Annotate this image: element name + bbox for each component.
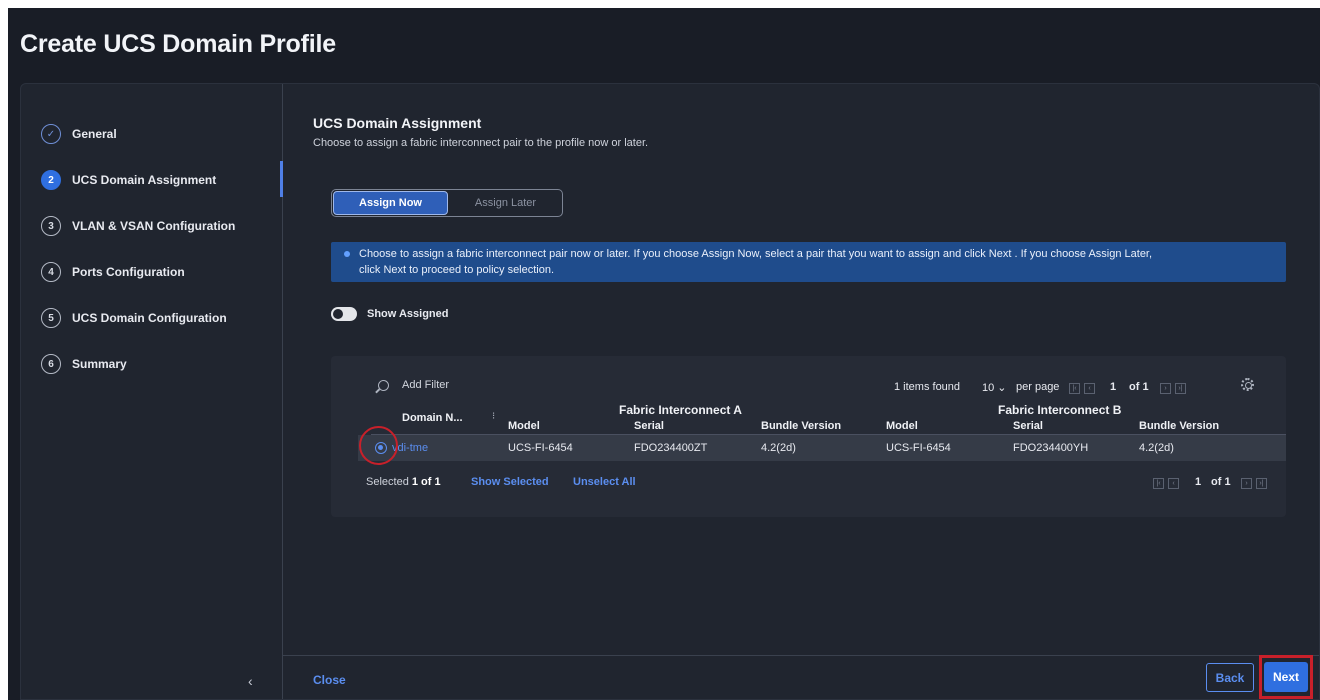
next-page-icon[interactable]: › — [1160, 383, 1171, 394]
step-label: General — [72, 127, 117, 141]
step-ucs-domain-assignment[interactable]: 2 UCS Domain Assignment — [41, 168, 216, 192]
column-header-serial-b[interactable]: Serial — [1013, 420, 1043, 432]
page-total: of 1 — [1129, 381, 1149, 393]
step-label: VLAN & VSAN Configuration — [72, 219, 236, 233]
filter-bar[interactable] — [378, 379, 602, 391]
info-text-line-2: click Next to proceed to policy selectio… — [359, 264, 555, 276]
current-page: 1 — [1110, 381, 1117, 393]
sort-icon[interactable]: ⁝ — [492, 411, 495, 422]
step-number-icon: 4 — [41, 262, 61, 282]
section-description: Choose to assign a fabric interconnect p… — [313, 137, 649, 149]
table-row[interactable]: vdi-tme UCS-FI-6454 FDO234400ZT 4.2(2d) … — [358, 435, 1286, 461]
column-header-model-a[interactable]: Model — [508, 420, 540, 432]
column-header-bundle-b[interactable]: Bundle Version — [1139, 420, 1219, 432]
assign-later-button[interactable]: Assign Later — [449, 190, 562, 216]
column-header-domain-name[interactable]: Domain N... — [402, 412, 463, 424]
cell-model-a: UCS-FI-6454 — [508, 442, 573, 454]
info-text-line-1: Choose to assign a fabric interconnect p… — [359, 248, 1153, 260]
toggle-switch[interactable] — [331, 307, 357, 321]
cell-serial-b: FDO234400YH — [1013, 442, 1089, 454]
first-page-icon[interactable]: |‹ — [1069, 383, 1080, 394]
show-assigned-label: Show Assigned — [367, 308, 449, 320]
group-header-fabric-b: Fabric Interconnect B — [998, 403, 1122, 417]
check-circle-icon: ✓ — [41, 124, 61, 144]
show-selected-link[interactable]: Show Selected — [471, 476, 549, 488]
first-page-icon[interactable]: |‹ — [1153, 478, 1164, 489]
close-button[interactable]: Close — [313, 673, 346, 687]
selected-count: Selected 1 of 1 — [366, 476, 441, 488]
current-page: 1 — [1195, 476, 1202, 488]
step-vlan-vsan-configuration[interactable]: 3 VLAN & VSAN Configuration — [41, 214, 235, 238]
info-banner: Choose to assign a fabric interconnect p… — [331, 242, 1286, 282]
active-step-indicator — [280, 161, 283, 197]
cell-model-b: UCS-FI-6454 — [886, 442, 951, 454]
assign-now-button[interactable]: Assign Now — [333, 191, 448, 215]
step-number-icon: 2 — [41, 170, 61, 190]
last-page-icon[interactable]: ›| — [1175, 383, 1186, 394]
step-summary[interactable]: 6 Summary — [41, 352, 127, 376]
next-button[interactable]: Next — [1264, 662, 1308, 692]
step-label: UCS Domain Configuration — [72, 311, 227, 325]
chevron-left-icon[interactable]: ‹ — [248, 673, 253, 689]
per-page-select[interactable]: 10 ⌄ — [982, 381, 1007, 394]
row-select-radio[interactable] — [375, 442, 387, 454]
step-number-icon: 3 — [41, 216, 61, 236]
toggle-knob — [333, 309, 343, 319]
filter-input[interactable] — [402, 379, 602, 391]
step-general[interactable]: ✓ General — [41, 122, 117, 146]
show-assigned-toggle[interactable]: Show Assigned — [331, 307, 449, 321]
per-page-label: per page — [1016, 381, 1060, 393]
assign-toggle-group: Assign Now Assign Later — [331, 189, 563, 217]
step-number-icon: 6 — [41, 354, 61, 374]
selected-prefix: Selected — [366, 476, 409, 488]
step-label: UCS Domain Assignment — [72, 173, 217, 187]
column-header-serial-a[interactable]: Serial — [634, 420, 664, 432]
gear-icon[interactable] — [1241, 378, 1254, 391]
search-icon — [378, 379, 389, 391]
footer-divider — [283, 655, 1319, 656]
group-header-fabric-a: Fabric Interconnect A — [619, 403, 742, 417]
back-button[interactable]: Back — [1206, 663, 1254, 692]
page-total: of 1 — [1211, 476, 1231, 488]
column-header-model-b[interactable]: Model — [886, 420, 918, 432]
info-icon — [344, 251, 350, 257]
step-ucs-domain-configuration[interactable]: 5 UCS Domain Configuration — [41, 306, 227, 330]
step-label: Ports Configuration — [72, 265, 185, 279]
page-title: Create UCS Domain Profile — [20, 30, 336, 58]
fabric-interconnect-table: 1 items found 10 ⌄ per page |‹ ‹ 1 of 1 … — [331, 356, 1286, 517]
column-header-bundle-a[interactable]: Bundle Version — [761, 420, 841, 432]
unselect-all-link[interactable]: Unselect All — [573, 476, 636, 488]
last-page-icon[interactable]: ›| — [1256, 478, 1267, 489]
wizard-panel: ✓ General 2 UCS Domain Assignment 3 VLAN… — [20, 83, 1320, 700]
app-window: Create UCS Domain Profile ✓ General 2 UC… — [8, 8, 1320, 700]
step-number-icon: 5 — [41, 308, 61, 328]
cell-serial-a: FDO234400ZT — [634, 442, 708, 454]
prev-page-icon[interactable]: ‹ — [1168, 478, 1179, 489]
step-label: Summary — [72, 357, 127, 371]
prev-page-icon[interactable]: ‹ — [1084, 383, 1095, 394]
items-found-count: 1 items found — [894, 381, 961, 393]
step-ports-configuration[interactable]: 4 Ports Configuration — [41, 260, 185, 284]
cell-bundle-a: 4.2(2d) — [761, 442, 796, 454]
next-page-icon[interactable]: › — [1241, 478, 1252, 489]
wizard-steps-sidebar: ✓ General 2 UCS Domain Assignment 3 VLAN… — [21, 84, 283, 699]
section-title: UCS Domain Assignment — [313, 115, 482, 131]
selected-count-value: 1 of 1 — [411, 476, 441, 488]
domain-name-link[interactable]: vdi-tme — [392, 442, 428, 454]
cell-bundle-b: 4.2(2d) — [1139, 442, 1174, 454]
